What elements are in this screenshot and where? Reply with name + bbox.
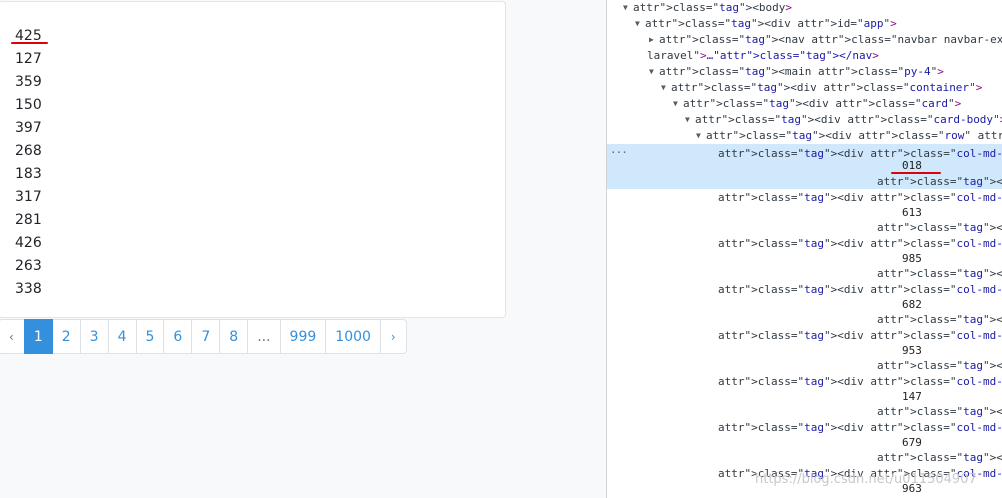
pagination-page-2[interactable]: 2 xyxy=(51,319,81,354)
dom-node-line[interactable]: 953 xyxy=(607,343,1002,359)
pagination-page-5[interactable]: 5 xyxy=(135,319,165,354)
dom-node-line[interactable]: ▼ attr">class="tag"><div attr">class="car… xyxy=(607,96,1002,112)
dom-text-node: 953 xyxy=(902,344,922,357)
dom-node-line[interactable]: attr">class="tag"><div attr">class="col-… xyxy=(607,236,1002,252)
web-page: 425 127 359 150 397 268 183 317 281 426 … xyxy=(0,0,606,498)
dom-node-line[interactable]: attr">class="tag"></div> == $0 xyxy=(607,174,1002,190)
dom-node-line[interactable]: 147 xyxy=(607,389,1002,405)
dom-element-tag: attr">class="tag"></div> xyxy=(877,359,1002,372)
dom-node-line[interactable]: laravel">…"attr">class="tag"></nav> xyxy=(607,48,1002,64)
dom-node-line[interactable]: 018 xyxy=(607,158,1002,174)
pagination-page-6[interactable]: 6 xyxy=(163,319,193,354)
pagination-page-1000[interactable]: 1000 xyxy=(325,319,381,354)
dom-element-tag: attr">class="tag"><div attr">id="app"> xyxy=(645,17,897,30)
dom-element-tag: attr">class="tag"></div> xyxy=(877,405,1002,418)
dom-element-tag: attr">class="tag"></div> == $0 xyxy=(877,175,1002,188)
expand-triangle-icon[interactable]: ▼ xyxy=(623,0,628,16)
dom-element-tag: attr">class="tag"><div attr">class="col-… xyxy=(718,237,1002,250)
number-item: 268 xyxy=(15,143,42,159)
pagination-page-8[interactable]: 8 xyxy=(219,319,249,354)
pagination-prev-button[interactable]: ‹ xyxy=(0,319,25,354)
dom-element-tag: attr">class="tag"><body> xyxy=(633,1,792,14)
dom-element-tag: attr">class="tag"><div attr">class="card… xyxy=(683,97,962,110)
dom-node-line[interactable]: attr">class="tag"><div attr">class="col-… xyxy=(607,282,1002,298)
dom-element-tag: attr">class="tag"></div> xyxy=(877,313,1002,326)
number-item: 317 xyxy=(15,189,42,205)
expand-triangle-icon[interactable]: ▼ xyxy=(696,128,701,144)
collapse-triangle-icon[interactable]: ▶ xyxy=(649,32,654,48)
number-item: 338 xyxy=(15,281,42,297)
dom-node-line[interactable]: ▼ attr">class="tag"><div attr">class="row… xyxy=(607,128,1002,144)
number-item: 359 xyxy=(15,74,42,90)
dom-node-line[interactable]: attr">class="tag"></div> xyxy=(607,450,1002,466)
number-item: 183 xyxy=(15,166,42,182)
dom-element-tag: attr">class="tag"></div> xyxy=(877,451,1002,464)
dom-node-line[interactable]: attr">class="tag"></div> xyxy=(607,404,1002,420)
dom-text-node: 613 xyxy=(902,206,922,219)
expand-triangle-icon[interactable]: ▼ xyxy=(635,16,640,32)
dom-element-tag: attr">class="tag"></div> xyxy=(877,267,1002,280)
dom-element-tag: attr">class="tag"><div attr">class="col-… xyxy=(718,421,1002,434)
expand-triangle-icon[interactable]: ▼ xyxy=(685,112,690,128)
number-item: 426 xyxy=(15,235,42,251)
dom-node-line[interactable]: attr">class="tag"></div> xyxy=(607,220,1002,236)
expand-triangle-icon[interactable]: ▼ xyxy=(673,96,678,112)
dom-node-line[interactable]: attr">class="tag"></div> xyxy=(607,312,1002,328)
dom-node-line[interactable]: 682 xyxy=(607,297,1002,313)
dom-element-tag: attr">class="tag"><div attr">class="col-… xyxy=(718,375,1002,388)
dom-node-line[interactable]: ▼ attr">class="tag"><div attr">id="app"> xyxy=(607,16,1002,32)
pagination-page-999[interactable]: 999 xyxy=(279,319,327,354)
number-item: 281 xyxy=(15,212,42,228)
number-item: 263 xyxy=(15,258,42,274)
dom-node-line[interactable]: ▶ attr">class="tag"><nav attr">class="nav… xyxy=(607,32,1002,48)
dom-element-tag: attr">class="tag"><div attr">class="row"… xyxy=(706,129,1002,142)
dom-node-line[interactable]: attr">class="tag"><div attr">class="col-… xyxy=(607,420,1002,436)
pagination-page-1[interactable]: 1 xyxy=(23,319,53,354)
red-underline-annotation xyxy=(891,172,941,174)
expand-triangle-icon[interactable]: ▼ xyxy=(661,80,666,96)
dom-node-line[interactable]: attr">class="tag"></div> xyxy=(607,358,1002,374)
dom-node-line[interactable]: 679 xyxy=(607,435,1002,451)
card: 425 127 359 150 397 268 183 317 281 426 … xyxy=(0,1,506,318)
number-item: 425 xyxy=(15,28,42,44)
dom-node-line[interactable]: attr">class="tag"></div> xyxy=(607,266,1002,282)
pagination-next-button[interactable]: › xyxy=(379,319,407,354)
dom-element-tag: attr">class="tag"><div attr">class="col-… xyxy=(718,191,1002,204)
watermark: https://blog.csdn.net/u011504907 xyxy=(755,472,977,487)
dom-text-node: 985 xyxy=(902,252,922,265)
dom-node-line[interactable]: 985 xyxy=(607,251,1002,267)
dom-node-line[interactable]: ▼ attr">class="tag"><body> xyxy=(607,0,1002,16)
pagination-page-7[interactable]: 7 xyxy=(191,319,221,354)
dom-element-tag: attr">class="tag"><div attr">class="col-… xyxy=(718,329,1002,342)
number-item: 150 xyxy=(15,97,42,113)
dom-element-tag: attr">class="tag"><nav attr">class="navb… xyxy=(659,33,1002,46)
dom-node-line[interactable]: ▼ attr">class="tag"><div attr">class="car… xyxy=(607,112,1002,128)
devtools-elements-panel: ··· ▼ attr">class="tag"><body> ▼ attr">clas… xyxy=(606,0,1002,498)
dom-element-tag: attr">class="tag"></div> xyxy=(877,221,1002,234)
dom-node-line[interactable]: 613 xyxy=(607,205,1002,221)
dom-element-tag: attr">class="tag"><div attr">class="cont… xyxy=(671,81,983,94)
dom-text-node: 682 xyxy=(902,298,922,311)
dom-element-tag: attr">class="tag"><div attr">class="card… xyxy=(695,113,1002,126)
number-list: 425 127 359 150 397 268 183 317 281 426 … xyxy=(15,26,42,302)
dom-node-line[interactable]: ▼ attr">class="tag"><main attr">class="py… xyxy=(607,64,1002,80)
dom-text-node: 147 xyxy=(902,390,922,403)
number-item: 397 xyxy=(15,120,42,136)
number-item: 127 xyxy=(15,51,42,67)
pagination: ‹ 1 2 3 4 5 6 7 8 ... 999 1000 › xyxy=(0,319,407,354)
dom-element-tag: attr">class="tag"><div attr">class="col-… xyxy=(718,283,1002,296)
dom-element-tag: laravel">…"attr">class="tag"></nav> xyxy=(647,49,879,62)
pagination-ellipsis: ... xyxy=(247,319,281,354)
dom-node-line[interactable]: attr">class="tag"><div attr">class="col-… xyxy=(607,328,1002,344)
dom-node-line[interactable]: ▼ attr">class="tag"><div attr">class="con… xyxy=(607,80,1002,96)
dom-element-tag: attr">class="tag"><main attr">class="py-… xyxy=(659,65,944,78)
dom-node-line[interactable]: attr">class="tag"><div attr">class="col-… xyxy=(607,190,1002,206)
dom-text-node: 679 xyxy=(902,436,922,449)
expand-triangle-icon[interactable]: ▼ xyxy=(649,64,654,80)
pagination-page-4[interactable]: 4 xyxy=(107,319,137,354)
dom-node-line[interactable]: attr">class="tag"><div attr">class="col-… xyxy=(607,374,1002,390)
red-underline-annotation xyxy=(11,42,48,44)
pagination-page-3[interactable]: 3 xyxy=(79,319,109,354)
